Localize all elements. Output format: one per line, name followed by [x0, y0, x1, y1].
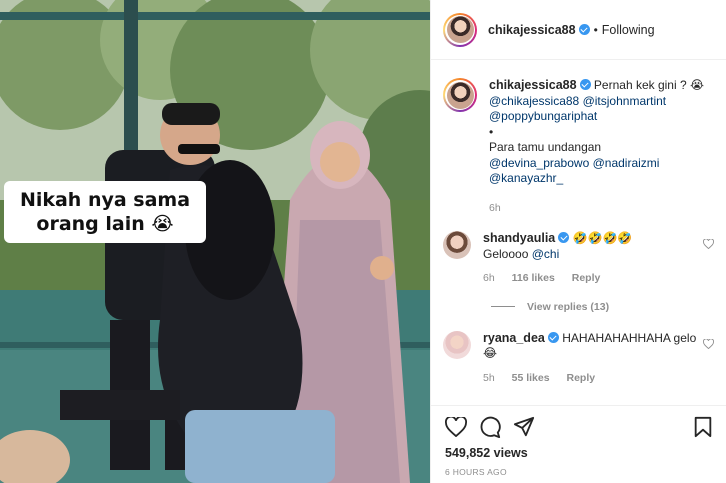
following-button[interactable]: Following: [602, 23, 655, 37]
post-header: chikajessica88 • Following: [431, 0, 726, 60]
verified-badge-icon: [558, 232, 570, 243]
header-separator: •: [593, 22, 598, 37]
caption-text-block: chikajessica88 Pernah kek gini ? 😭 @chik…: [489, 78, 715, 216]
verified-badge-icon: [547, 331, 559, 343]
heart-outline-icon[interactable]: [701, 238, 715, 287]
reply-button[interactable]: Reply: [566, 372, 595, 384]
caption-time[interactable]: 6h: [489, 202, 501, 214]
post-video[interactable]: Nikah nya sama orang lain 😭: [0, 0, 430, 483]
author-avatar-image: [446, 16, 474, 43]
comment-icon[interactable]: [479, 416, 501, 438]
mention-link[interactable]: @itsjohnmartint: [583, 94, 667, 108]
author-avatar[interactable]: [443, 12, 477, 47]
mention-link[interactable]: @chikajessica88: [489, 94, 579, 108]
caption-bullet: •: [489, 124, 494, 139]
mention-link[interactable]: @chi: [532, 247, 560, 261]
comment-text: Geloooo: [483, 246, 529, 261]
comment-body: ryana_dea HAHAHAHAHHAHA gelo 😂 5h 55 lik…: [483, 331, 701, 387]
caption-username[interactable]: chikajessica88: [489, 78, 577, 92]
caption-avatar-image: [446, 81, 474, 109]
comment-likes[interactable]: 116 likes: [512, 272, 555, 284]
heart-outline-icon[interactable]: [701, 337, 715, 387]
reply-button[interactable]: Reply: [572, 272, 601, 284]
commenter-avatar[interactable]: [443, 330, 471, 359]
comment-time[interactable]: 6h: [483, 272, 495, 284]
bookmark-icon[interactable]: [693, 416, 713, 438]
post-timestamp[interactable]: 6 HOURS AGO: [445, 467, 713, 477]
commenter-username[interactable]: ryana_dea: [483, 331, 545, 345]
view-replies-button[interactable]: View replies (13): [491, 301, 726, 313]
heart-icon[interactable]: [445, 417, 467, 437]
caption-avatar[interactable]: [443, 78, 477, 112]
mention-link[interactable]: @nadiraizmi: [593, 156, 660, 170]
post-caption: chikajessica88 Pernah kek gini ? 😭 @chik…: [431, 78, 726, 216]
view-replies-line: [491, 306, 515, 307]
post-sidebar: chikajessica88 • Following chikajessica8…: [430, 0, 726, 483]
comments-section[interactable]: chikajessica88 Pernah kek gini ? 😭 @chik…: [431, 61, 726, 405]
mention-link[interactable]: @kanayazhr_: [489, 171, 563, 185]
view-replies-label: View replies (13): [527, 300, 610, 313]
mention-link[interactable]: @poppybungariphat: [489, 109, 597, 123]
view-count[interactable]: 549,852 views: [445, 446, 713, 460]
comment-time[interactable]: 5h: [483, 372, 495, 384]
caption-guests-label: Para tamu undangan: [489, 140, 602, 154]
caption-text: Pernah kek gini ? 😭: [593, 78, 705, 92]
verified-badge-icon: [578, 24, 590, 35]
commenter-avatar[interactable]: [443, 231, 471, 259]
comment-item: shandyaulia 🤣🤣🤣🤣 Geloooo @chi 6h 116 lik…: [431, 231, 726, 287]
video-overlay-caption: Nikah nya sama orang lain 😭: [4, 181, 206, 243]
paper-plane-icon[interactable]: [513, 416, 535, 438]
author-username[interactable]: chikajessica88: [488, 23, 576, 37]
comment-emojis: 🤣🤣🤣🤣: [572, 231, 633, 245]
comment-body: shandyaulia 🤣🤣🤣🤣 Geloooo @chi 6h 116 lik…: [483, 231, 701, 287]
comment-item: ryana_dea HAHAHAHAHHAHA gelo 😂 5h 55 lik…: [431, 330, 726, 387]
comment-likes[interactable]: 55 likes: [512, 372, 550, 384]
commenter-username[interactable]: shandyaulia: [483, 231, 555, 245]
verified-badge-icon: [579, 79, 591, 90]
post-actions: 549,852 views 6 HOURS AGO: [431, 405, 726, 483]
mention-link[interactable]: @devina_prabowo: [489, 156, 589, 170]
